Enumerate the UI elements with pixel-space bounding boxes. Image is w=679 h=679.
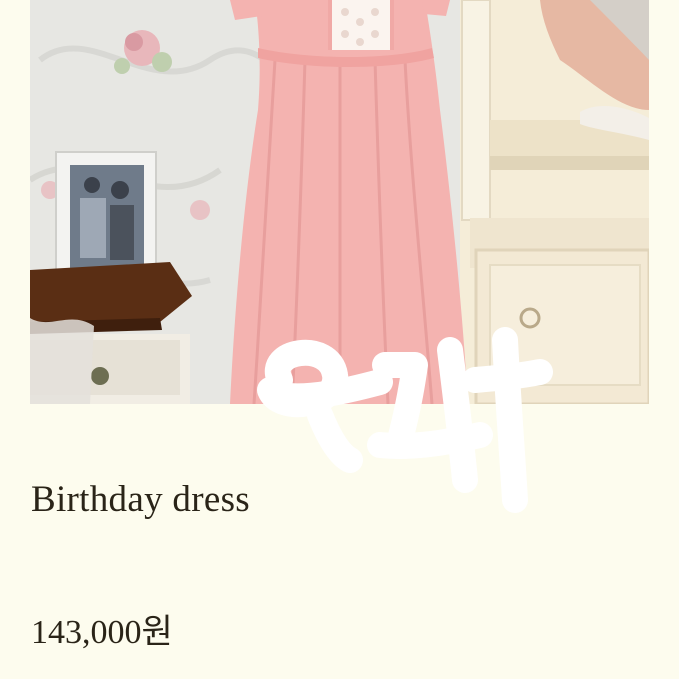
product-card[interactable]: Birthday dress 143,000원 [0, 0, 679, 679]
product-photo[interactable] [30, 0, 649, 404]
product-title: Birthday dress [31, 479, 250, 520]
product-price: 143,000원 [31, 614, 173, 651]
